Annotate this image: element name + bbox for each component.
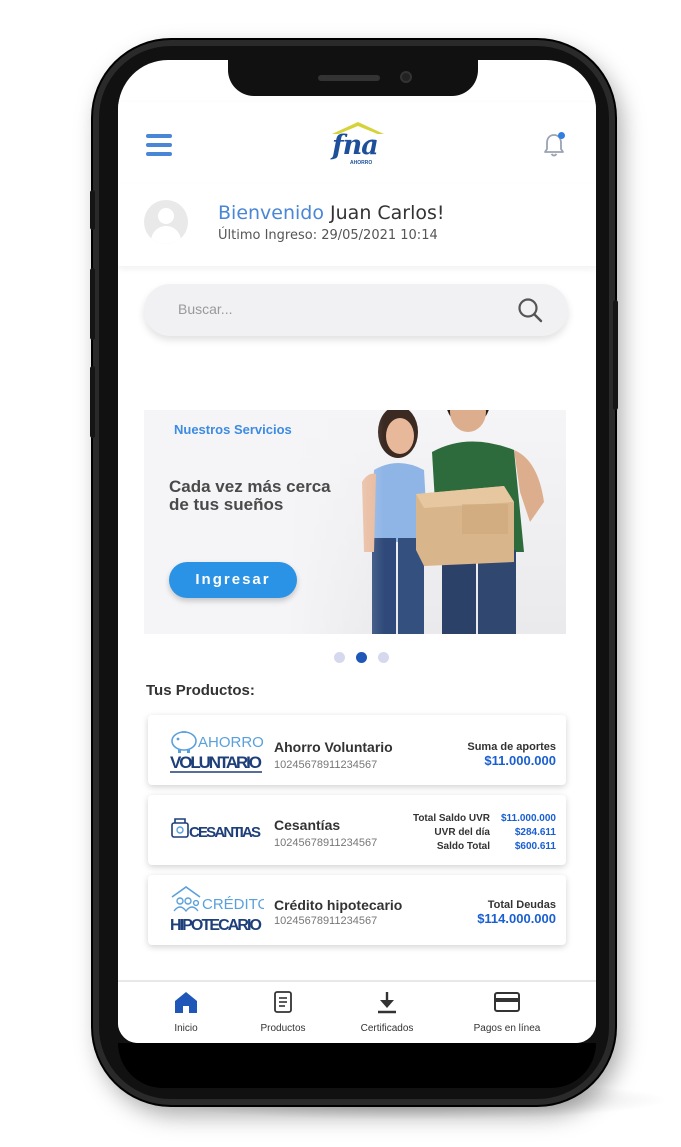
greeting-text: Bienvenido	[218, 202, 324, 224]
tab-pagos-en-linea[interactable]: Pagos en línea	[466, 990, 548, 1034]
amount-label: Total Deudas	[487, 899, 556, 911]
services-banner[interactable]: Nuestros Servicios Cada vez más cerca de…	[144, 410, 566, 634]
product-amount: Total Deudas $114.000.000	[477, 899, 556, 926]
cesantias-balances: Total Saldo UVR $11.000.000 UVR del día …	[408, 813, 556, 855]
services-label: Nuestros Servicios	[174, 422, 292, 437]
download-icon	[378, 992, 396, 1014]
phone-chin	[118, 1043, 596, 1088]
tab-inicio[interactable]: Inicio	[170, 990, 202, 1034]
balance-row: Saldo Total $600.611	[436, 841, 556, 852]
product-amount: Suma de aportes $11.000.000	[467, 741, 556, 768]
user-name: Juan Carlos!	[330, 202, 445, 224]
product-number: 10245678911234567	[274, 759, 378, 771]
tab-label: Inicio	[174, 1023, 198, 1034]
product-name: Cesantías	[274, 817, 341, 833]
balance-row: Total Saldo UVR $11.000.000	[412, 813, 556, 824]
ingresar-button[interactable]: Ingresar	[169, 562, 297, 598]
silent-switch	[90, 190, 95, 230]
carousel-dot-3[interactable]	[378, 652, 389, 663]
balance-row: UVR del día $284.611	[434, 827, 556, 838]
couple-with-box-image	[362, 410, 544, 634]
tab-label: Pagos en línea	[473, 1023, 541, 1034]
volume-up-button	[90, 268, 95, 340]
fna-logo: fna AHORRO	[328, 118, 388, 170]
welcome-panel: Bienvenido Juan Carlos! Último Ingreso: …	[118, 184, 596, 266]
banner-tagline: Cada vez más cerca de tus sueños	[169, 477, 331, 514]
amount-label: Suma de aportes	[467, 741, 556, 753]
products-title: Tus Productos:	[146, 682, 255, 699]
notification-badge	[558, 132, 565, 139]
power-button	[613, 300, 618, 410]
phone-screen: fna AHORRO Bienvenido Juan Carlos! Últim…	[118, 60, 596, 1043]
svg-text:HIPOTECARIO: HIPOTECARIO	[170, 917, 262, 934]
avatar[interactable]	[144, 200, 188, 244]
product-name: Crédito hipotecario	[274, 897, 403, 913]
search-icon[interactable]	[516, 296, 544, 324]
search-bar[interactable]: Buscar...	[144, 284, 568, 336]
hamburger-menu-icon[interactable]	[146, 134, 172, 156]
phone-notch	[228, 52, 478, 96]
front-camera	[400, 71, 412, 83]
amount-value: $11.000.000	[484, 753, 556, 768]
tab-label: Productos	[260, 1023, 306, 1034]
volume-down-button	[90, 366, 95, 438]
svg-text:CESANTIAS: CESANTIAS	[189, 824, 261, 841]
bottom-tab-bar: Inicio Productos Certificados Pagos en l…	[118, 980, 596, 1043]
logo-text: fna	[332, 130, 379, 161]
last-login: Último Ingreso: 29/05/2021 10:14	[218, 228, 438, 243]
carousel-dot-2[interactable]	[356, 652, 367, 663]
ahorro-voluntario-logo: AHORRO VOLUNTARIO	[170, 731, 264, 773]
credit-card-icon	[494, 992, 520, 1012]
tab-productos[interactable]: Productos	[256, 990, 310, 1034]
credito-hipotecario-logo: CRÉDITO HIPOTECARIO	[170, 886, 264, 934]
carousel-dot-1[interactable]	[334, 652, 345, 663]
svg-text:CRÉDITO: CRÉDITO	[202, 896, 264, 913]
svg-text:VOLUNTARIO: VOLUNTARIO	[170, 753, 262, 772]
amount-value: $114.000.000	[477, 911, 556, 926]
product-card-credito[interactable]: CRÉDITO HIPOTECARIO Crédito hipotecario …	[148, 875, 566, 945]
logo-subtext: AHORRO	[350, 160, 373, 166]
app-header: fna AHORRO	[118, 102, 596, 184]
document-icon	[274, 991, 292, 1013]
banner-fade	[144, 410, 384, 634]
welcome-title: Bienvenido Juan Carlos!	[218, 202, 445, 224]
product-card-cesantias[interactable]: CESANTIAS Cesantías 10245678911234567 To…	[148, 795, 566, 865]
search-input[interactable]: Buscar...	[178, 301, 232, 317]
product-card-ahorro[interactable]: AHORRO VOLUNTARIO Ahorro Voluntario 1024…	[148, 715, 566, 785]
tab-label: Certificados	[360, 1023, 414, 1034]
product-number: 10245678911234567	[274, 915, 378, 927]
cesantias-logo: CESANTIAS	[171, 818, 261, 841]
tab-certificados[interactable]: Certificados	[354, 990, 420, 1034]
product-number: 10245678911234567	[274, 837, 378, 849]
product-name: Ahorro Voluntario	[274, 739, 393, 755]
svg-text:AHORRO: AHORRO	[198, 734, 264, 751]
earpiece-speaker	[318, 75, 380, 81]
home-icon	[175, 992, 197, 1013]
